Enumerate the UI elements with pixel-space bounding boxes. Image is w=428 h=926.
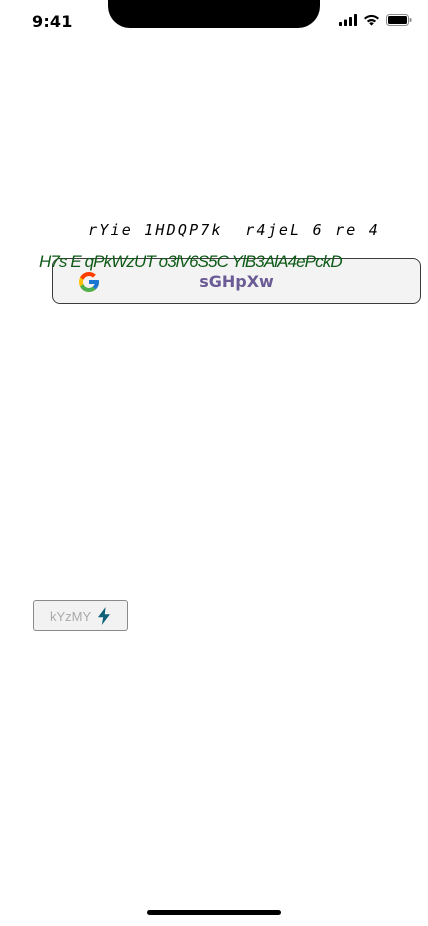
battery-icon <box>386 14 412 26</box>
overlay-text: H7s E qPkWzUT o3lV6S5C YlB3AlA4ePckD <box>39 252 343 271</box>
google-sign-in-label: sGHpXw <box>199 272 274 291</box>
home-indicator[interactable] <box>147 910 281 915</box>
status-time: 9:41 <box>32 12 73 31</box>
header-text: rYie 1HDQP7k r4jeL 6 re 4 <box>88 221 380 239</box>
app-screen: 9:41 rYie 1HDQP7k r4jeL 6 re 4 sGHpXw H7… <box>0 0 428 926</box>
device-notch <box>108 0 320 28</box>
bolt-button-label: kYzMY <box>50 609 92 624</box>
bolt-icon <box>97 607 111 625</box>
signal-icon <box>339 14 357 26</box>
status-icons <box>339 14 412 26</box>
bolt-button[interactable]: kYzMY <box>33 600 128 631</box>
wifi-icon <box>363 14 380 26</box>
